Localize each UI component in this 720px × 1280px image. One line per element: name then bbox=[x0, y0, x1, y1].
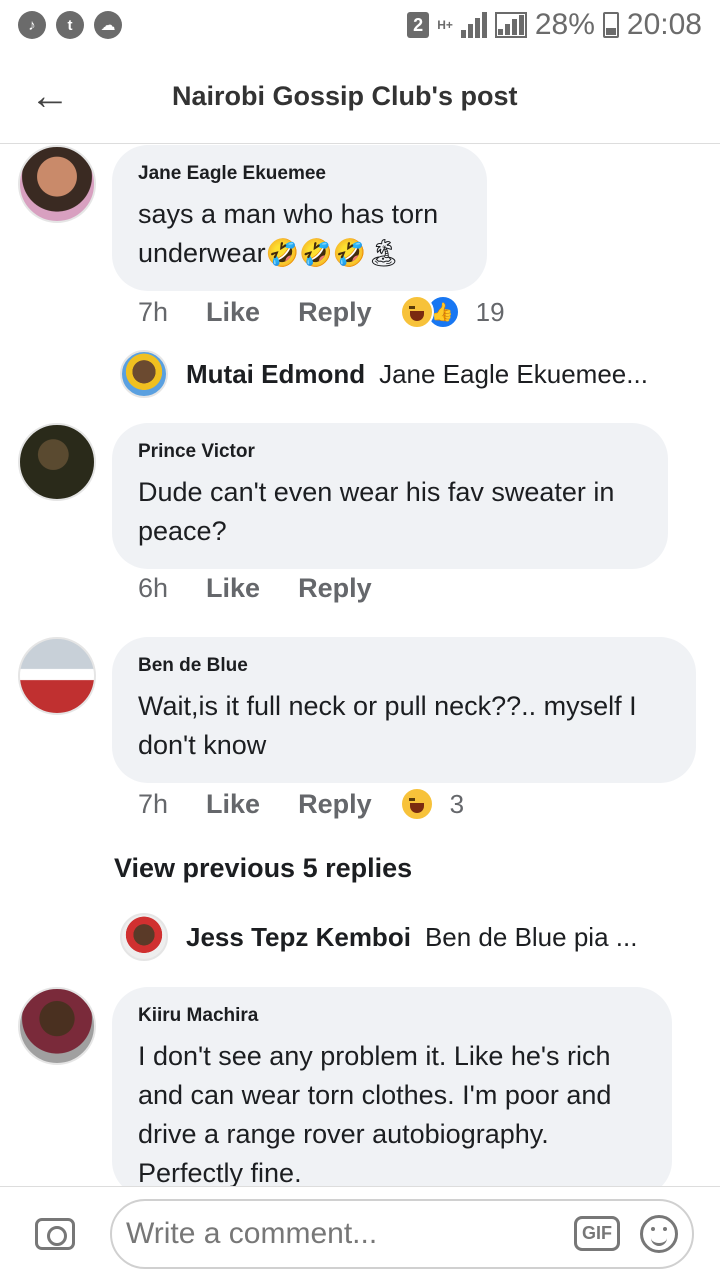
reply-button[interactable]: Reply bbox=[298, 573, 372, 604]
reactions[interactable]: 👍 19 bbox=[399, 295, 505, 329]
comment-composer: Write a comment... GIF bbox=[0, 1186, 720, 1280]
comment-time: 6h bbox=[138, 573, 169, 603]
like-button[interactable]: Like bbox=[206, 573, 260, 604]
comment-text: I don't see any problem it. Like he's ri… bbox=[138, 1041, 612, 1188]
reply-button[interactable]: Reply bbox=[298, 789, 372, 820]
emoji-picker-icon[interactable] bbox=[640, 1214, 678, 1253]
avatar bbox=[120, 913, 168, 961]
comment-input[interactable]: Write a comment... GIF bbox=[110, 1198, 694, 1269]
twitter-icon: t bbox=[56, 11, 84, 39]
music-icon: ♪ bbox=[18, 11, 46, 39]
avatar[interactable] bbox=[18, 637, 96, 715]
signal-icon bbox=[460, 12, 487, 38]
comment-author[interactable]: Ben de Blue bbox=[138, 655, 670, 677]
clock: 20:08 bbox=[626, 8, 702, 41]
comment-actions: 7h Like Reply 3 bbox=[138, 787, 464, 821]
comment-text: Wait,is it full neck or pull neck??.. my… bbox=[138, 691, 637, 760]
reaction-count: 3 bbox=[449, 788, 465, 819]
like-button[interactable]: Like bbox=[206, 297, 260, 328]
comment-time: 7h bbox=[138, 296, 169, 327]
avatar[interactable] bbox=[18, 987, 96, 1065]
like-button[interactable]: Like bbox=[206, 789, 260, 820]
comment-input-placeholder[interactable]: Write a comment... bbox=[126, 1217, 574, 1251]
comment-bubble: Jane Eagle Ekuemee says a man who has to… bbox=[112, 145, 487, 291]
camera-icon[interactable] bbox=[0, 1217, 110, 1250]
reactions[interactable]: 3 bbox=[399, 787, 465, 821]
status-bar: ♪ t ☁ 2 H+ 28% 20:08 bbox=[0, 0, 720, 50]
haha-emoji-icon bbox=[399, 295, 434, 329]
reply-preview[interactable]: Jess Tepz Kemboi Ben de Blue pia ... bbox=[120, 913, 700, 961]
reaction-count: 19 bbox=[475, 296, 505, 327]
back-arrow-icon[interactable]: ← bbox=[0, 50, 100, 144]
reply-text: Ben de Blue pia ... bbox=[424, 921, 638, 952]
view-previous-replies-link[interactable]: View previous 5 replies bbox=[114, 853, 412, 884]
comment-actions: 6h Like Reply bbox=[138, 573, 410, 604]
comment-text: says a man who has torn underwear🤣🤣🤣🏝 bbox=[138, 199, 439, 268]
haha-emoji-icon bbox=[399, 787, 434, 821]
comment-time: 7h bbox=[138, 788, 169, 819]
reply-author: Mutai Edmond bbox=[186, 358, 366, 389]
network-type: H+ bbox=[437, 18, 453, 32]
comment-bubble: Ben de Blue Wait,is it full neck or pull… bbox=[112, 637, 696, 783]
signal-icon-2 bbox=[494, 12, 527, 38]
avatar[interactable] bbox=[18, 145, 96, 223]
reply-text: Jane Eagle Ekuemee... bbox=[379, 358, 648, 389]
reply-button[interactable]: Reply bbox=[298, 297, 372, 328]
comment-actions: 7h Like Reply 👍 19 bbox=[138, 295, 505, 329]
comment-author[interactable]: Kiiru Machira bbox=[138, 1005, 646, 1027]
comment-author[interactable]: Jane Eagle Ekuemee bbox=[138, 163, 461, 185]
comment-author[interactable]: Prince Victor bbox=[138, 441, 642, 463]
top-bar: ← Nairobi Gossip Club's post bbox=[0, 50, 720, 144]
comment-bubble: Prince Victor Dude can't even wear his f… bbox=[112, 423, 668, 569]
comment-text: Dude can't even wear his fav sweater in … bbox=[138, 477, 615, 546]
page-title: Nairobi Gossip Club's post bbox=[172, 81, 518, 111]
weather-icon: ☁ bbox=[94, 11, 122, 39]
avatar bbox=[120, 350, 168, 398]
battery-icon bbox=[602, 12, 619, 38]
reply-preview[interactable]: Mutai Edmond Jane Eagle Ekuemee... bbox=[120, 350, 700, 398]
battery-percent: 28% bbox=[534, 8, 595, 41]
reply-author: Jess Tepz Kemboi bbox=[186, 921, 411, 952]
avatar[interactable] bbox=[18, 423, 96, 501]
gif-icon[interactable]: GIF bbox=[574, 1216, 620, 1251]
comment-bubble: Kiiru Machira I don't see any problem it… bbox=[112, 987, 672, 1197]
sim-slot-icon: 2 bbox=[407, 12, 430, 38]
